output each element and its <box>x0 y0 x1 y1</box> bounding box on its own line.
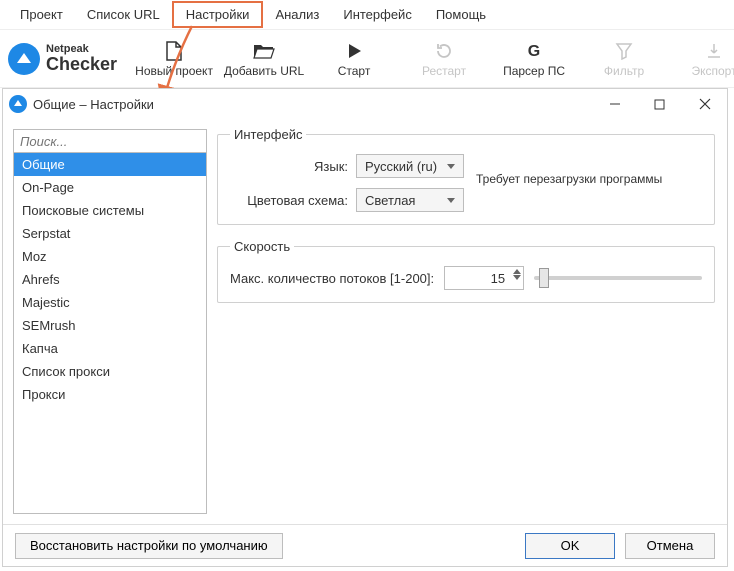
sidebar-item-ahrefs[interactable]: Ahrefs <box>14 268 206 291</box>
chevron-down-icon <box>447 164 455 169</box>
tool-new-project[interactable]: Новый проект <box>129 32 219 86</box>
settings-dialog: Общие – Настройки Общие On-Page Поисковы… <box>2 88 728 567</box>
threads-spinner[interactable]: 15 <box>444 266 524 290</box>
color-scheme-select[interactable]: Светлая <box>356 188 464 212</box>
brand-line2: Checker <box>46 55 117 73</box>
close-button[interactable] <box>682 89 727 119</box>
tool-parser-label: Парсер ПС <box>503 64 565 78</box>
dialog-logo-icon <box>9 95 27 113</box>
brand: Netpeak Checker <box>8 43 117 75</box>
maximize-button[interactable] <box>637 89 682 119</box>
settings-sidebar: Общие On-Page Поисковые системы Serpstat… <box>3 119 217 524</box>
file-icon <box>165 40 183 62</box>
cancel-button[interactable]: Отмена <box>625 533 715 559</box>
g-icon: G <box>525 40 543 62</box>
menu-project[interactable]: Проект <box>8 3 75 26</box>
tool-filter-label: Фильтр <box>604 64 644 78</box>
tool-filter: Фильтр <box>579 32 669 86</box>
tool-new-project-label: Новый проект <box>135 64 213 78</box>
menu-analysis[interactable]: Анализ <box>263 3 331 26</box>
dialog-footer: Восстановить настройки по умолчанию OK О… <box>3 524 727 566</box>
brand-text: Netpeak Checker <box>46 44 117 73</box>
brand-logo-icon <box>8 43 40 75</box>
color-scheme-value: Светлая <box>365 193 415 208</box>
menu-interface[interactable]: Интерфейс <box>331 3 423 26</box>
search-input[interactable] <box>13 129 207 153</box>
menu-help[interactable]: Помощь <box>424 3 498 26</box>
tool-restart: Рестарт <box>399 32 489 86</box>
dialog-titlebar: Общие – Настройки <box>3 89 727 119</box>
export-icon <box>705 40 723 62</box>
window-controls <box>592 89 727 119</box>
sidebar-item-proxy-list[interactable]: Список прокси <box>14 360 206 383</box>
restart-note: Требует перезагрузки программы <box>476 172 662 186</box>
menu-bar: Проект Список URL Настройки Анализ Интер… <box>0 0 734 30</box>
minimize-icon <box>609 98 621 110</box>
sidebar-item-onpage[interactable]: On-Page <box>14 176 206 199</box>
speed-group: Скорость Макс. количество потоков [1-200… <box>217 239 715 303</box>
sidebar-item-moz[interactable]: Moz <box>14 245 206 268</box>
ok-button[interactable]: OK <box>525 533 615 559</box>
threads-value: 15 <box>491 271 505 286</box>
menu-settings[interactable]: Настройки <box>172 1 264 28</box>
close-icon <box>699 98 711 110</box>
speed-legend: Скорость <box>230 239 294 254</box>
language-value: Русский (ru) <box>365 159 437 174</box>
maximize-icon <box>654 99 665 110</box>
play-icon <box>346 40 362 62</box>
tool-add-url-label: Добавить URL <box>224 64 304 78</box>
interface-group: Интерфейс Язык: Русский (ru) Цветовая сх… <box>217 127 715 225</box>
funnel-icon <box>615 40 633 62</box>
folder-open-icon <box>253 40 275 62</box>
interface-legend: Интерфейс <box>230 127 306 142</box>
tool-add-url[interactable]: Добавить URL <box>219 32 309 86</box>
color-scheme-label: Цветовая схема: <box>230 193 348 208</box>
refresh-icon <box>435 40 453 62</box>
sidebar-item-majestic[interactable]: Majestic <box>14 291 206 314</box>
chevron-down-icon <box>447 198 455 203</box>
tool-start-label: Старт <box>338 64 371 78</box>
tool-restart-label: Рестарт <box>422 64 466 78</box>
sidebar-item-search-engines[interactable]: Поисковые системы <box>14 199 206 222</box>
slider-track <box>534 276 702 280</box>
toolbar: Новый проект Добавить URL Старт Рестарт … <box>129 32 734 86</box>
tool-start[interactable]: Старт <box>309 32 399 86</box>
sidebar-item-captcha[interactable]: Капча <box>14 337 206 360</box>
tool-export: Экспорт <box>669 32 734 86</box>
svg-text:G: G <box>528 43 540 60</box>
slider-thumb[interactable] <box>539 268 549 288</box>
restore-defaults-button[interactable]: Восстановить настройки по умолчанию <box>15 533 283 559</box>
minimize-button[interactable] <box>592 89 637 119</box>
spinner-down-icon[interactable] <box>513 275 521 280</box>
settings-categories: Общие On-Page Поисковые системы Serpstat… <box>13 153 207 514</box>
settings-content: Интерфейс Язык: Русский (ru) Цветовая сх… <box>217 119 727 524</box>
toolbar-row: Netpeak Checker Новый проект Добавить UR… <box>0 30 734 88</box>
dialog-title: Общие – Настройки <box>33 97 154 112</box>
menu-url-list[interactable]: Список URL <box>75 3 172 26</box>
threads-label: Макс. количество потоков [1-200]: <box>230 271 434 286</box>
language-select[interactable]: Русский (ru) <box>356 154 464 178</box>
spinner-up-icon[interactable] <box>513 269 521 274</box>
sidebar-item-semrush[interactable]: SEMrush <box>14 314 206 337</box>
sidebar-item-general[interactable]: Общие <box>14 153 206 176</box>
language-label: Язык: <box>230 159 348 174</box>
threads-slider[interactable] <box>534 268 702 288</box>
sidebar-item-proxy[interactable]: Прокси <box>14 383 206 406</box>
tool-export-label: Экспорт <box>692 64 734 78</box>
tool-parser[interactable]: G Парсер ПС <box>489 32 579 86</box>
sidebar-item-serpstat[interactable]: Serpstat <box>14 222 206 245</box>
